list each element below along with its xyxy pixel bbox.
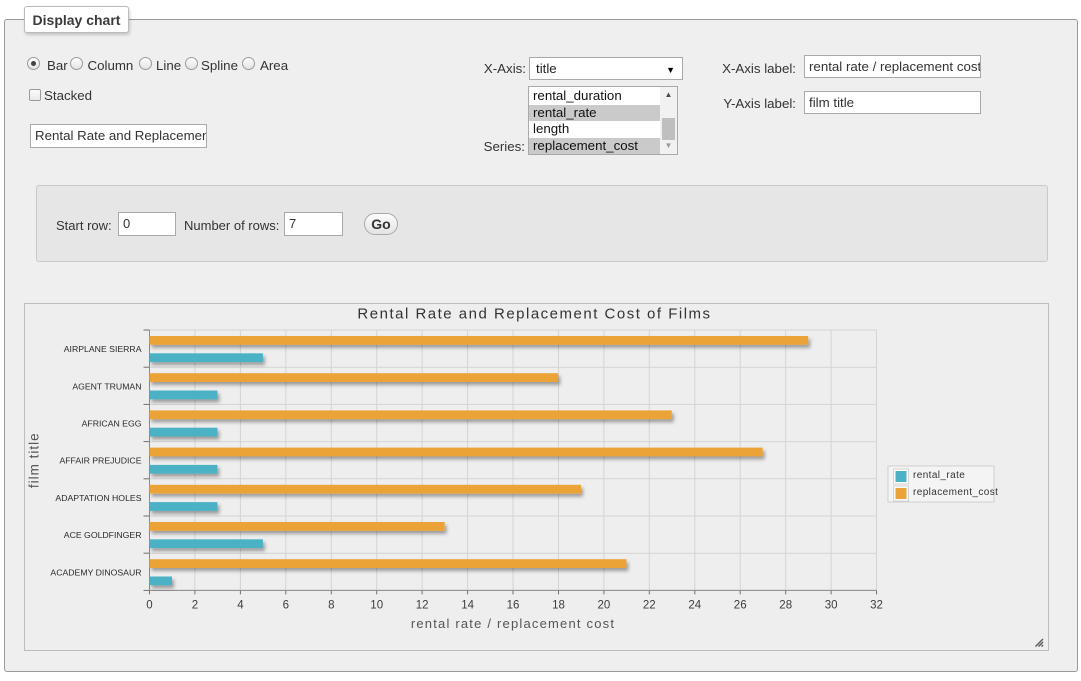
svg-text:28: 28	[779, 599, 792, 611]
svg-text:AIRPLANE SIERRA: AIRPLANE SIERRA	[64, 344, 142, 354]
svg-text:ADAPTATION HOLES: ADAPTATION HOLES	[55, 493, 141, 503]
svg-text:20: 20	[598, 599, 611, 611]
svg-text:0: 0	[146, 599, 152, 611]
svg-text:Rental Rate and Replacement Co: Rental Rate and Replacement Cost of Film…	[357, 306, 711, 323]
svg-text:ACE GOLDFINGER: ACE GOLDFINGER	[64, 530, 142, 540]
svg-text:AFRICAN EGG: AFRICAN EGG	[82, 419, 142, 429]
svg-text:AFFAIR PREJUDICE: AFFAIR PREJUDICE	[59, 456, 141, 466]
svg-text:rental rate / replacement cost: rental rate / replacement cost	[411, 616, 615, 631]
svg-text:rental_rate: rental_rate	[913, 470, 965, 481]
svg-text:30: 30	[825, 599, 838, 611]
svg-text:26: 26	[734, 599, 747, 611]
svg-text:replacement_cost: replacement_cost	[913, 487, 998, 498]
svg-text:8: 8	[328, 599, 334, 611]
svg-text:film title: film title	[27, 432, 42, 488]
svg-text:18: 18	[552, 599, 565, 611]
svg-text:12: 12	[416, 599, 429, 611]
svg-text:AGENT TRUMAN: AGENT TRUMAN	[72, 381, 141, 391]
svg-text:ACADEMY DINOSAUR: ACADEMY DINOSAUR	[50, 567, 141, 577]
svg-text:10: 10	[370, 599, 383, 611]
svg-text:4: 4	[237, 599, 244, 611]
svg-text:22: 22	[643, 599, 656, 611]
svg-text:2: 2	[192, 599, 198, 611]
svg-text:6: 6	[283, 599, 289, 611]
svg-text:16: 16	[507, 599, 520, 611]
svg-text:24: 24	[688, 599, 701, 611]
svg-text:14: 14	[461, 599, 474, 611]
svg-text:32: 32	[870, 599, 883, 611]
